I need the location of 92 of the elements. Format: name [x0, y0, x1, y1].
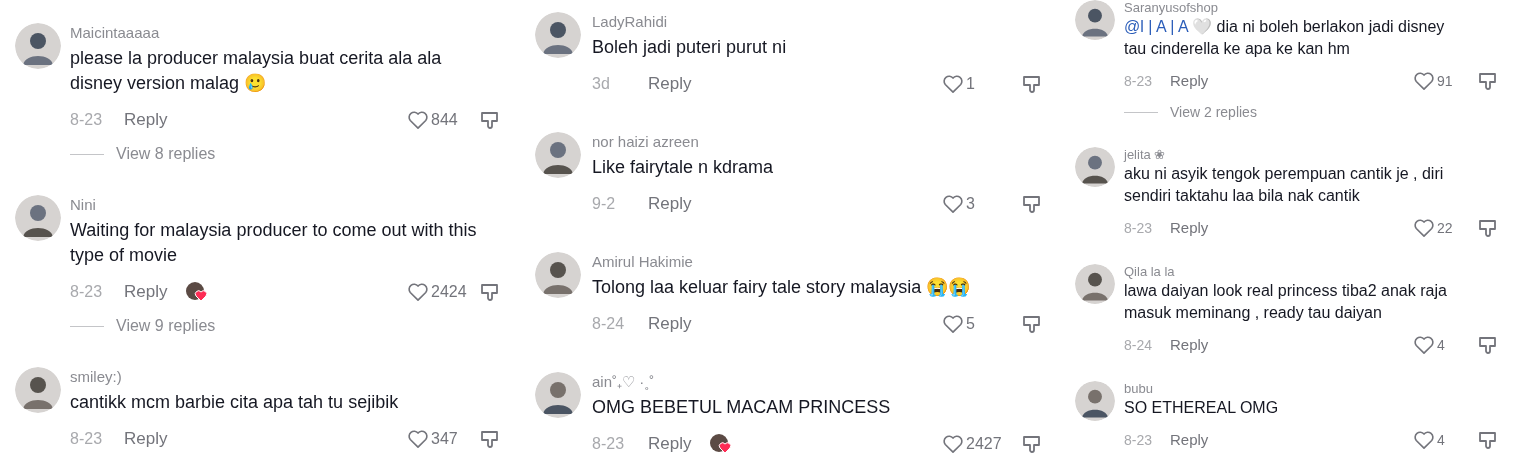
comment-text: cantikk mcm barbie cita apa tah tu sejibik [70, 391, 400, 414]
reply-button[interactable]: Reply [1170, 69, 1209, 93]
thumbs-down-icon[interactable] [1022, 434, 1042, 454]
username[interactable]: Nini [70, 195, 500, 215]
comment-text: Tolong laa keluar fairy tale story malaysia 😭😭 [592, 276, 972, 299]
heart-icon[interactable] [1413, 335, 1435, 355]
avatar[interactable] [1075, 264, 1115, 304]
comment-date: 8-23 [1124, 71, 1154, 91]
thumbs-down-icon[interactable] [480, 429, 500, 449]
thumbs-down-icon[interactable] [1478, 71, 1498, 91]
heart-icon[interactable] [1413, 71, 1435, 91]
heart-icon[interactable] [942, 434, 964, 454]
like-count: 2427 [966, 434, 1002, 454]
comment-date: 8-24 [1124, 335, 1154, 355]
username[interactable]: Saranyusofshop [1124, 0, 1498, 16]
heart-icon[interactable] [1413, 430, 1435, 450]
comment-text: OMG BEBETUL MACAM PRINCESS [592, 396, 892, 419]
heart-icon[interactable] [407, 282, 429, 302]
like-count: 5 [966, 314, 975, 334]
comment-date: 8-24 [592, 314, 626, 334]
reply-button[interactable]: Reply [648, 71, 692, 97]
avatar[interactable] [1075, 0, 1115, 40]
mention-link[interactable]: @l | A | A [1124, 18, 1188, 35]
username[interactable]: Qila la la [1124, 264, 1498, 280]
comment-date: 3d [592, 74, 611, 94]
avatar[interactable] [15, 23, 61, 69]
reply-button[interactable]: Reply [1170, 333, 1209, 357]
comment-date: 8-23 [1124, 430, 1154, 450]
heart-icon[interactable] [942, 314, 964, 334]
reply-button[interactable]: Reply [648, 431, 692, 457]
thumbs-down-icon[interactable] [1478, 430, 1498, 450]
view-replies-button[interactable]: View 2 replies [1124, 102, 1498, 122]
comment-date: 8-23 [70, 110, 104, 130]
avatar[interactable] [1075, 147, 1115, 187]
comment-text: aku ni asyik tengok perempuan cantik je , diri sendiri taktahu laa bila nak cantik [1124, 164, 1445, 206]
comment-date: 9-2 [592, 194, 617, 214]
username[interactable]: Maicintaaaaa [70, 23, 500, 43]
comment-date: 8-23 [70, 429, 104, 449]
comment-date: 8-23 [592, 434, 626, 454]
username[interactable]: nor haizi azreen [592, 132, 1042, 152]
like-count: 2424 [431, 282, 467, 302]
heart-icon[interactable] [942, 194, 964, 214]
username[interactable]: ain˚₊♡ ·˳˚ [592, 372, 1042, 392]
like-count: 4 [1437, 335, 1445, 355]
avatar[interactable] [535, 132, 581, 178]
username[interactable]: Amirul Hakimie [592, 252, 1042, 272]
avatar[interactable] [1075, 381, 1115, 421]
thumbs-down-icon[interactable] [480, 110, 500, 130]
view-replies-button[interactable]: View 9 replies [70, 316, 500, 336]
comment-text: Like fairytale n kdrama [592, 156, 775, 179]
avatar[interactable] [535, 12, 581, 58]
like-count: 844 [431, 110, 458, 130]
thumbs-down-icon[interactable] [1022, 314, 1042, 334]
reply-button[interactable]: Reply [124, 279, 168, 305]
reply-button[interactable]: Reply [1170, 216, 1209, 240]
comment-date: 8-23 [1124, 218, 1154, 238]
avatar[interactable] [15, 367, 61, 413]
heart-icon[interactable] [1413, 218, 1435, 238]
comment-text: please la producer malaysia buat cerita ala ala disney version malag 🥲 [70, 47, 443, 95]
thumbs-down-icon[interactable] [1022, 194, 1042, 214]
like-count: 1 [966, 74, 975, 94]
comment-text: SO ETHEREAL OMG [1124, 398, 1280, 418]
reply-button[interactable]: Reply [648, 191, 692, 217]
thumbs-down-icon[interactable] [1478, 218, 1498, 238]
reply-button[interactable]: Reply [124, 426, 168, 452]
comment-text: Boleh jadi puteri purut ni [592, 36, 788, 59]
reply-button[interactable]: Reply [648, 311, 692, 337]
avatar[interactable] [15, 195, 61, 241]
heart-icon[interactable] [407, 110, 429, 130]
avatar[interactable] [535, 372, 581, 418]
comment-text: Waiting for malaysia producer to come out with this type of movie [70, 219, 478, 267]
heart-icon[interactable] [407, 429, 429, 449]
like-count: 22 [1437, 218, 1453, 238]
thumbs-down-icon[interactable] [1478, 335, 1498, 355]
reply-button[interactable]: Reply [1170, 428, 1209, 452]
comment-date: 8-23 [70, 282, 104, 302]
like-count: 4 [1437, 430, 1445, 450]
like-count: 3 [966, 194, 975, 214]
comment-text: lawa daiyan look real princess tiba2 anak raja masuk meminang , ready tau daiyan [1124, 281, 1448, 323]
username[interactable]: bubu [1124, 381, 1498, 397]
username[interactable]: jelita ❀ [1124, 147, 1498, 163]
thumbs-down-icon[interactable] [1022, 74, 1042, 94]
reply-button[interactable]: Reply [124, 107, 168, 133]
comment-text: @l | A | A 🤍 dia ni boleh berlakon jadi disney tau cinderella ke apa ke kan hm [1124, 17, 1446, 59]
avatar[interactable] [535, 252, 581, 298]
username[interactable]: smiley:) [70, 367, 500, 387]
username[interactable]: LadyRahidi [592, 12, 1042, 32]
heart-icon[interactable] [942, 74, 964, 94]
like-count: 347 [431, 429, 458, 449]
like-count: 91 [1437, 71, 1453, 91]
thumbs-down-icon[interactable] [480, 282, 500, 302]
view-replies-button[interactable]: View 8 replies [70, 144, 500, 164]
